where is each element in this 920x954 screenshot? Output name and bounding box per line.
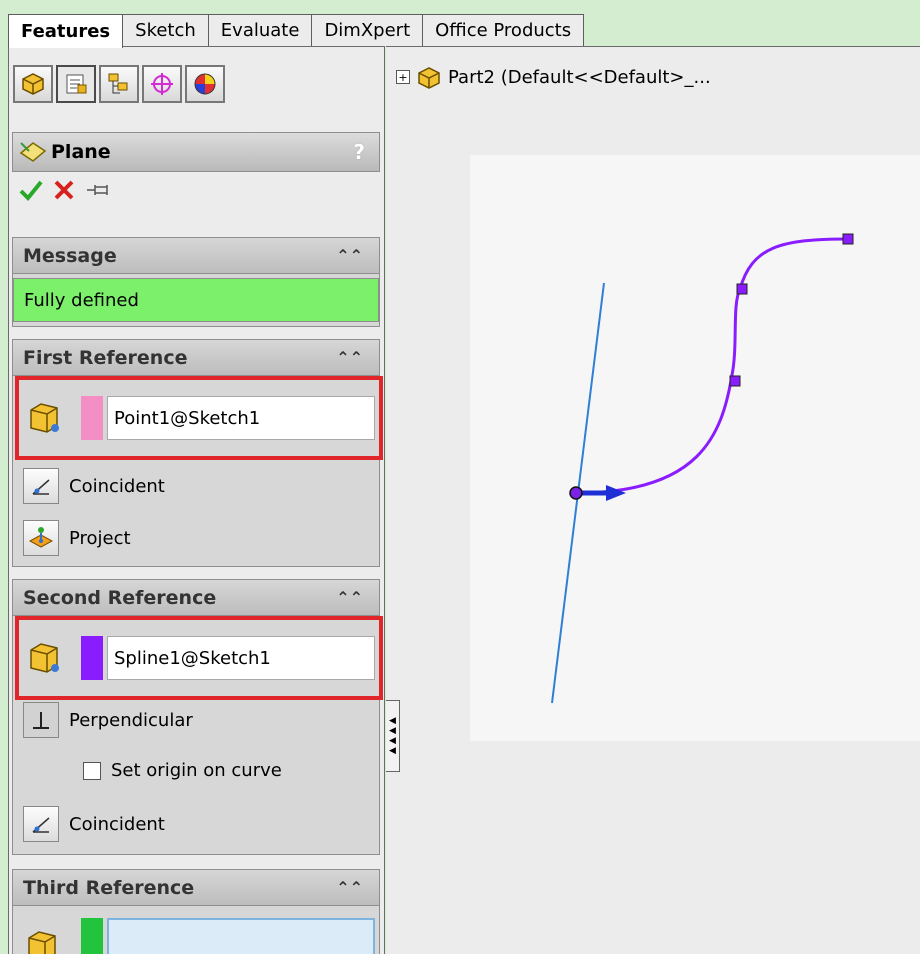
plane-title: Plane — [51, 141, 111, 163]
tab-evaluate[interactable]: Evaluate — [207, 14, 313, 46]
plane-title-bar: Plane ? — [12, 132, 380, 172]
third-reference-field[interactable] — [107, 918, 375, 954]
tab-sketch[interactable]: Sketch — [122, 14, 209, 46]
part-icon — [418, 67, 440, 89]
set-origin-option[interactable]: Set origin on curve — [83, 760, 282, 781]
graphics-area[interactable]: + Part2 (Default<<Default>_... — [386, 46, 920, 954]
collapse-icon[interactable]: ⌃⌃ — [336, 878, 363, 897]
panel-splitter-handle[interactable]: ◀ ◀ ◀ ◀ — [386, 700, 400, 772]
action-buttons — [19, 179, 113, 201]
spline-endpoint-handle[interactable] — [842, 233, 854, 245]
plane-icon — [19, 142, 47, 162]
first-reference-header[interactable]: First Reference ⌃⌃ — [13, 340, 379, 376]
model-viewport[interactable] — [470, 155, 920, 741]
collapse-icon[interactable]: ⌃⌃ — [336, 348, 363, 367]
coincident-icon[interactable] — [23, 468, 59, 504]
second-reference-field[interactable]: Spline1@Sketch1 — [107, 636, 375, 680]
sketch-canvas[interactable] — [470, 155, 920, 741]
coincident-label: Coincident — [69, 813, 165, 835]
project-option[interactable]: Project — [23, 520, 131, 556]
message-header-label: Message — [23, 244, 117, 267]
first-reference-highlight: Point1@Sketch1 — [15, 376, 383, 460]
pushpin-icon[interactable] — [85, 179, 113, 201]
tab-features[interactable]: Features — [8, 14, 124, 48]
configuration-manager-icon[interactable] — [99, 65, 139, 103]
second-reference-highlight: Spline1@Sketch1 — [15, 616, 383, 700]
first-reference-section: First Reference ⌃⌃ Point1@Sketch1 Coinci… — [12, 339, 383, 567]
collapse-icon[interactable]: ⌃⌃ — [336, 588, 363, 607]
property-manager-panel: Plane ? Message ⌃⌃ Fully defined First R… — [8, 46, 385, 954]
third-reference-header[interactable]: Third Reference ⌃⌃ — [13, 870, 379, 906]
ok-check-icon[interactable] — [19, 179, 43, 201]
command-manager-tabs: Features Sketch Evaluate DimXpert Office… — [8, 14, 585, 48]
expand-icon[interactable]: + — [396, 70, 410, 84]
third-reference-section: Third Reference ⌃⌃ — [12, 869, 380, 954]
coincident-option-2[interactable]: Coincident — [23, 806, 165, 842]
project-label: Project — [69, 527, 131, 549]
cancel-x-icon[interactable] — [53, 179, 75, 201]
point1-marker[interactable] — [569, 486, 583, 500]
first-reference-header-label: First Reference — [23, 346, 188, 369]
coincident-icon[interactable] — [23, 806, 59, 842]
message-text: Fully defined — [13, 278, 379, 322]
second-reference-header[interactable]: Second Reference ⌃⌃ — [13, 580, 379, 616]
spline-point-handle[interactable] — [736, 283, 748, 295]
part-label: Part2 (Default<<Default>_... — [448, 66, 711, 88]
display-manager-icon[interactable] — [185, 65, 225, 103]
spline-curve[interactable] — [575, 237, 849, 495]
project-icon[interactable] — [23, 520, 59, 556]
third-reference-header-label: Third Reference — [23, 876, 195, 899]
perpendicular-icon[interactable] — [23, 702, 59, 738]
second-reference-swatch — [81, 636, 103, 680]
feature-manager-icon[interactable] — [13, 65, 53, 103]
perpendicular-option[interactable]: Perpendicular — [23, 702, 193, 738]
first-reference-swatch — [81, 396, 103, 440]
coincident-option[interactable]: Coincident — [23, 468, 165, 504]
spline-point-handle[interactable] — [729, 375, 741, 387]
property-manager-icon[interactable] — [56, 65, 96, 103]
third-reference-swatch — [81, 918, 103, 954]
manager-tab-bar — [13, 65, 228, 103]
tab-office-products[interactable]: Office Products — [422, 14, 585, 46]
first-reference-field[interactable]: Point1@Sketch1 — [107, 396, 375, 440]
dimxpert-manager-icon[interactable] — [142, 65, 182, 103]
reference-cube-icon — [30, 643, 59, 673]
set-origin-checkbox[interactable] — [83, 761, 101, 780]
reference-cube-icon — [28, 931, 56, 954]
message-section: Message ⌃⌃ Fully defined — [12, 237, 380, 327]
message-header[interactable]: Message ⌃⌃ — [13, 238, 379, 274]
coincident-label: Coincident — [69, 475, 165, 497]
help-icon[interactable]: ? — [353, 140, 365, 164]
collapse-icon[interactable]: ⌃⌃ — [336, 246, 363, 265]
second-reference-header-label: Second Reference — [23, 586, 217, 609]
tab-dimxpert[interactable]: DimXpert — [311, 14, 424, 46]
feature-tree-root[interactable]: + Part2 (Default<<Default>_... — [396, 65, 711, 89]
set-origin-label: Set origin on curve — [111, 760, 282, 781]
perpendicular-label: Perpendicular — [69, 709, 193, 731]
second-reference-section: Second Reference ⌃⌃ Spline1@Sketch1 Perp… — [12, 579, 383, 855]
direction-arrow-head — [606, 485, 626, 501]
reference-cube-icon — [30, 403, 59, 433]
